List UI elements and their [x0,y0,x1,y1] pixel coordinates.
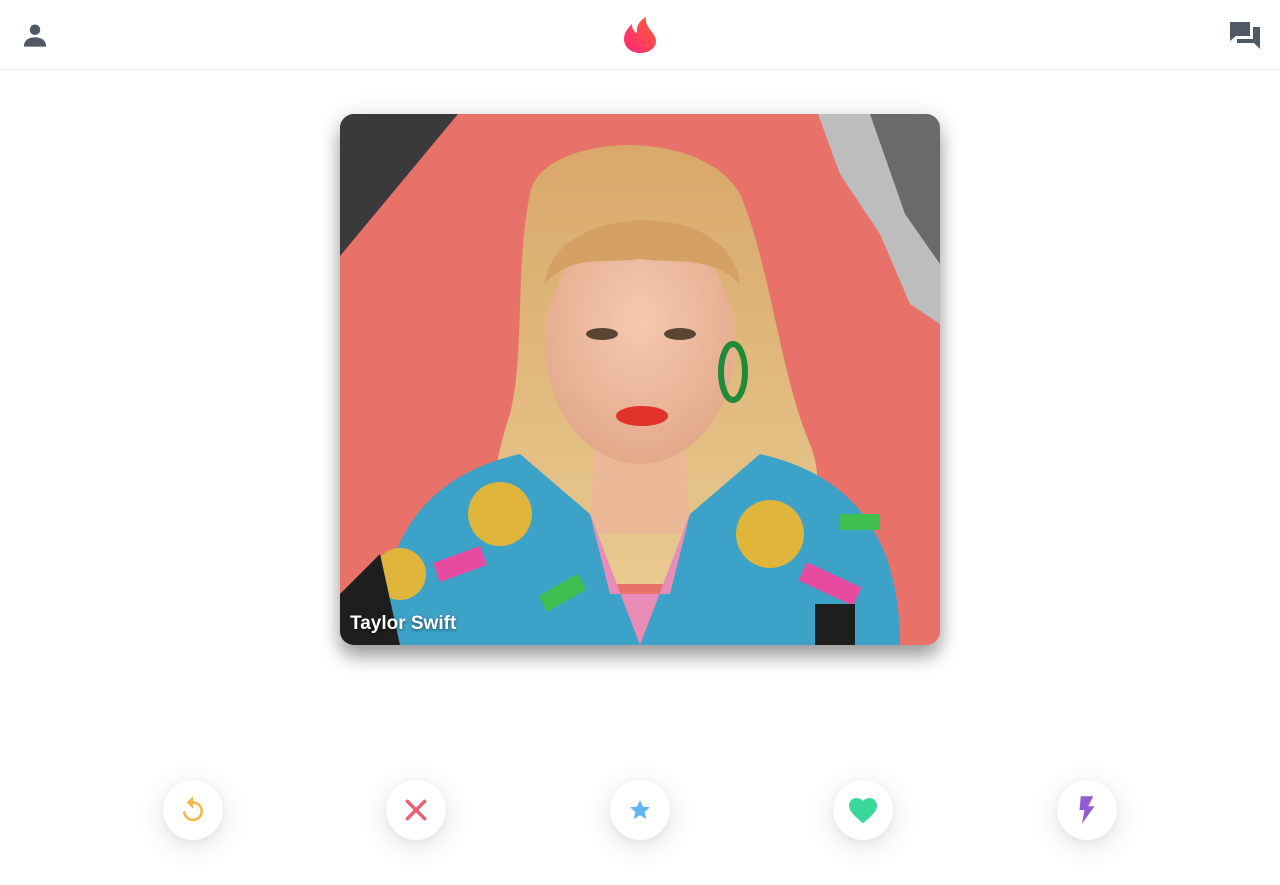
super-like-button[interactable] [610,780,670,840]
heart-icon [849,798,877,824]
action-bar [0,780,1280,840]
star-icon [630,800,650,819]
boost-button[interactable] [1057,780,1117,840]
like-button[interactable] [833,780,893,840]
profile-card[interactable]: Taylor Swift [340,114,940,645]
profile-photo [340,114,940,645]
rewind-icon [183,796,203,822]
chat-bubbles-icon [1230,22,1260,49]
flame-logo-icon[interactable] [621,15,659,55]
bolt-icon [1079,796,1095,824]
close-icon [405,799,427,821]
messages-button[interactable] [1228,18,1262,52]
rewind-button[interactable] [163,780,223,840]
profile-name: Taylor Swift [350,613,457,634]
top-bar [0,0,1280,70]
nope-button[interactable] [386,780,446,840]
person-icon [23,24,47,47]
profile-button[interactable] [18,18,52,52]
